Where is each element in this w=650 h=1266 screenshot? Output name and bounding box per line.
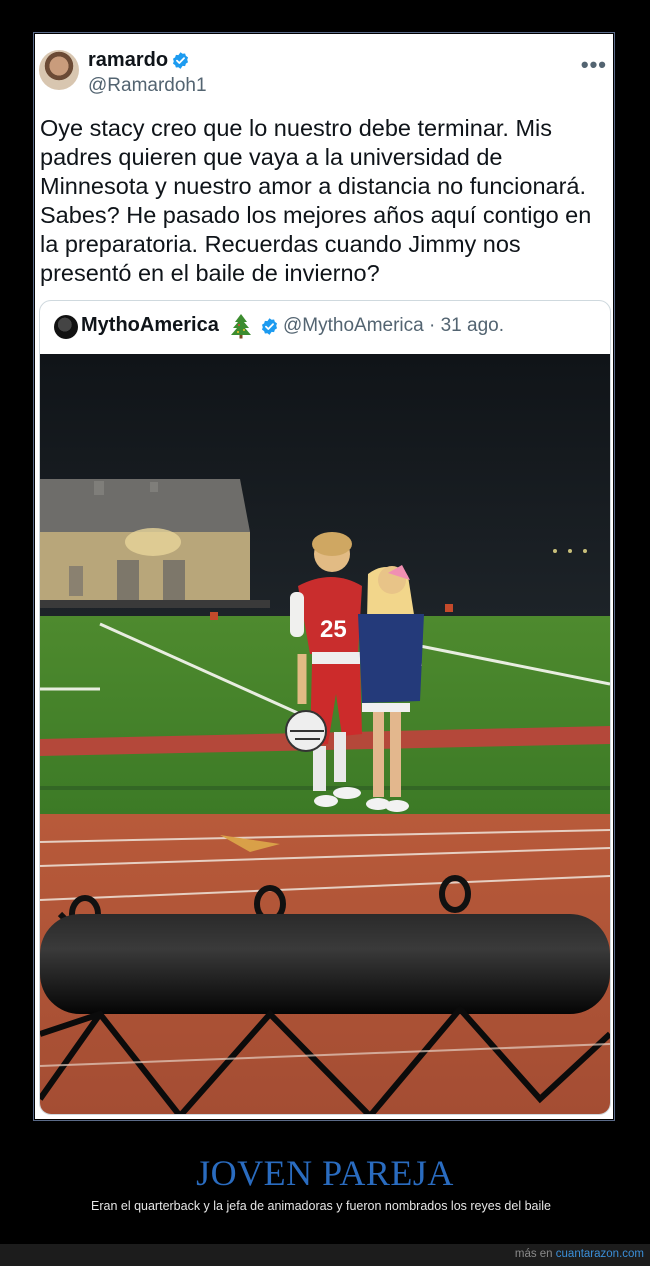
quoted-author-avatar[interactable] xyxy=(54,315,78,339)
quoted-handle-and-date[interactable]: @MythoAmerica · 31 ago. xyxy=(283,315,504,337)
quoted-verified-badge-icon xyxy=(261,318,278,335)
caption-title: JOVEN PAREJA xyxy=(196,1153,454,1193)
quoted-photo[interactable]: 25 xyxy=(40,354,610,1115)
author-avatar[interactable] xyxy=(39,50,79,90)
verified-badge-icon xyxy=(172,52,189,69)
quoted-author-handle[interactable]: @MythoAmerica xyxy=(283,315,424,336)
christmas-tree-icon xyxy=(231,314,251,339)
footer-text: más en cuantarazon.com xyxy=(515,1248,644,1260)
author-name[interactable]: ramardo xyxy=(88,49,168,72)
quoted-tweet[interactable]: MythoAmerica @MythoAmerica · 31 ago. 25 xyxy=(39,300,611,1115)
tweet-card[interactable]: ramardo @Ramardoh1 ••• Oye stacy creo qu… xyxy=(35,34,613,1119)
author-handle[interactable]: @Ramardoh1 xyxy=(88,75,207,97)
footer-site-link[interactable]: cuantarazon.com xyxy=(556,1248,644,1260)
more-options-icon[interactable]: ••• xyxy=(581,52,607,78)
tweet-text: Oye stacy creo que lo nuestro debe termi… xyxy=(40,115,592,286)
caption-subtitle: Eran el quarterback y la jefa de animado… xyxy=(91,1199,551,1213)
quoted-date[interactable]: · 31 ago. xyxy=(429,315,504,336)
jersey-number: 25 xyxy=(320,616,347,643)
quoted-author-name[interactable]: MythoAmerica xyxy=(81,314,219,337)
footer-bar: más en cuantarazon.com xyxy=(0,1244,650,1266)
footer-prefix: más en xyxy=(514,1248,553,1260)
